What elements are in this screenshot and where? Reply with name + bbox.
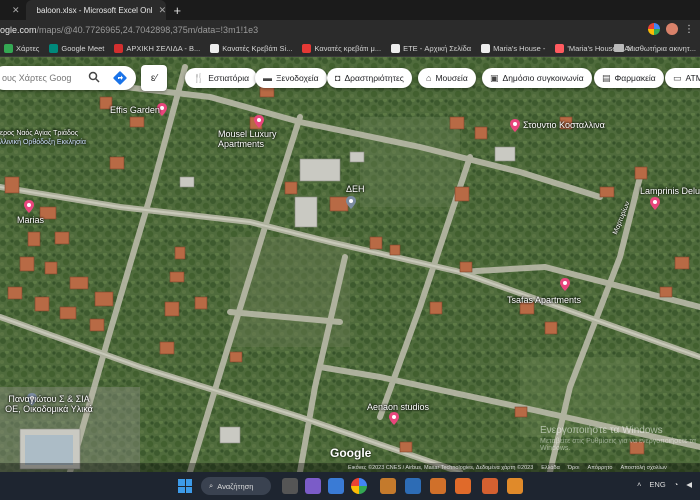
- chip-pharmacies[interactable]: ▤ Φαρμακεία: [594, 68, 664, 88]
- chevron-down-icon[interactable]: ▾: [163, 73, 167, 82]
- app-icon[interactable]: [482, 478, 498, 494]
- satellite-map[interactable]: Effis Garden Mousel Luxury Apartments Στ…: [0, 57, 700, 472]
- new-tab-button[interactable]: +: [174, 3, 182, 18]
- app-icon[interactable]: [380, 478, 396, 494]
- chip-museums[interactable]: ⌂ Μουσεία: [418, 68, 476, 88]
- place-pin-icon[interactable]: [346, 196, 356, 209]
- windows-taskbar: ⌕ Αναζήτηση ˄ ENG ◔ ◀: [0, 472, 700, 500]
- place-label[interactable]: Aenaon studios: [367, 402, 429, 412]
- place-label[interactable]: Lamprinis Delu: [640, 186, 700, 196]
- place-label[interactable]: Marias: [17, 215, 44, 225]
- file-explorer-icon[interactable]: [328, 478, 344, 494]
- place-pin-icon[interactable]: [254, 115, 264, 128]
- app-icon[interactable]: [430, 478, 446, 494]
- page-icon: [210, 43, 220, 53]
- task-view-icon[interactable]: [282, 478, 298, 494]
- place-label[interactable]: Παναγιώτου Σ & ΣΙΑ ΟΕ, Οικοδομικά Υλικά: [3, 394, 95, 414]
- profile-avatar[interactable]: [666, 23, 678, 35]
- place-pin-icon[interactable]: [560, 278, 570, 291]
- google-logo: Google: [330, 446, 372, 460]
- directions-icon[interactable]: [112, 70, 128, 86]
- search-input[interactable]: ους Χάρτες Goog: [2, 73, 71, 83]
- address-bar[interactable]: ogle.com/maps/@40.7726965,24.7042898,375…: [0, 20, 700, 40]
- chevron-up-icon[interactable]: ˄: [637, 480, 641, 489]
- menu-dots-icon[interactable]: ⋮: [684, 24, 694, 35]
- chip-atm[interactable]: ▭ ATM: [665, 68, 700, 88]
- camera-icon: ◘: [335, 73, 341, 83]
- bookmarks-bar: Χάρτες Google Meet ΑΡΧΙΚΗ ΣΕΛΙΔΑ - Β... …: [0, 40, 700, 57]
- bookmark-maps[interactable]: Χάρτες: [4, 43, 39, 53]
- place-label[interactable]: ΔΕΗ: [346, 184, 365, 194]
- place-label[interactable]: Effis Garden: [110, 105, 160, 115]
- bookmark-folder[interactable]: Μισθωτήρια ακινητ...: [614, 44, 696, 53]
- address-bar-actions: ⋮: [648, 23, 694, 35]
- map-attribution: Εικόνες ©2023 CNES / Airbus, Maxar Techn…: [0, 463, 700, 472]
- chip-transit[interactable]: ▣ Δημόσιο συγκοινωνία: [482, 68, 592, 88]
- chrome-icon[interactable]: [351, 478, 367, 494]
- url-text[interactable]: ogle.com/maps/@40.7726965,24.7042898,375…: [0, 25, 258, 35]
- folder-icon: [614, 44, 625, 52]
- pharmacy-icon: ▤: [602, 72, 611, 83]
- place-label[interactable]: Tsafas Apartments: [507, 295, 581, 305]
- place-pin-icon[interactable]: [650, 197, 660, 210]
- bookmark-kanates-2[interactable]: Κανατές κρεβάτι μ...: [302, 43, 381, 53]
- search-icon[interactable]: [88, 71, 100, 83]
- bed-icon: ▬: [263, 73, 272, 83]
- chip-hotels[interactable]: ▬ Ξενοδοχεία: [255, 68, 327, 88]
- footer-link[interactable]: Αποστολή σχολίων: [620, 465, 666, 471]
- place-sublabel: λλινική Ορθόδοξη Εκκλησία: [0, 139, 86, 146]
- airbnb-icon: [555, 43, 565, 53]
- page-icon: [481, 43, 491, 53]
- bookmark-home[interactable]: ΑΡΧΙΚΗ ΣΕΛΙΔΑ - Β...: [114, 43, 200, 53]
- tab-title: baloon.xlsx - Microsoft Excel Onl: [36, 5, 153, 15]
- tab-excel[interactable]: baloon.xlsx - Microsoft Excel Onl ✕: [25, 0, 166, 20]
- taskbar-search[interactable]: ⌕ Αναζήτηση: [201, 477, 271, 495]
- chat-icon[interactable]: [305, 478, 321, 494]
- system-tray: ˄ ENG ◔ ◀: [637, 480, 692, 489]
- chip-restaurants[interactable]: 🍴 Εστιατόρια: [185, 68, 258, 88]
- app-icon[interactable]: [455, 478, 471, 494]
- app-icon[interactable]: [507, 478, 523, 494]
- fork-knife-icon: 🍴: [193, 72, 205, 83]
- bookmark-marias-house[interactable]: Maria's House -: [481, 43, 545, 53]
- language-indicator[interactable]: ENG: [649, 480, 665, 489]
- windows-activation-title: Ενεργοποιήστε τα Windows: [540, 425, 663, 436]
- app-icon[interactable]: [405, 478, 421, 494]
- place-pin-icon[interactable]: [24, 200, 34, 213]
- tab-previous[interactable]: ✕: [0, 0, 26, 20]
- search-icon: ⌕: [209, 481, 214, 490]
- windows-activation-subtitle: Μεταβείτε στις Ρυθμίσεις για να ενεργοπο…: [540, 438, 697, 452]
- star-icon: [114, 43, 124, 53]
- place-label[interactable]: ερος Ναός Αγίας Τριάδος: [0, 130, 78, 137]
- footer-link[interactable]: Όροι: [568, 465, 580, 471]
- page-icon: [302, 43, 312, 53]
- tab-strip: ✕ baloon.xlsx - Microsoft Excel Onl ✕ +: [0, 0, 700, 20]
- footer-link[interactable]: Απόρρητο: [587, 465, 612, 471]
- close-tab-icon[interactable]: ✕: [12, 5, 20, 16]
- bookmark-kanates-1[interactable]: Κανατές Κρεβάτι Si...: [210, 43, 292, 53]
- maps-icon: [4, 43, 13, 53]
- place-label[interactable]: Στουντιο Κοσταλλινα: [523, 120, 605, 130]
- atm-icon: ▭: [673, 72, 682, 83]
- museum-icon: ⌂: [426, 73, 432, 83]
- place-label[interactable]: Mousel Luxury Apartments: [218, 129, 278, 149]
- layers-icon: ε⁄: [150, 72, 158, 84]
- transit-icon: ▣: [490, 72, 499, 83]
- footer-link[interactable]: Ελλάδα: [541, 465, 560, 471]
- windows-start-icon[interactable]: [178, 479, 192, 493]
- speaker-icon[interactable]: ◀: [686, 480, 692, 489]
- close-tab-icon[interactable]: ✕: [159, 5, 166, 16]
- bookmark-ete[interactable]: ETE - Αρχική Σελίδα: [391, 43, 471, 53]
- place-pin-icon[interactable]: [510, 119, 520, 132]
- page-icon: [391, 43, 401, 53]
- google-account-icon[interactable]: [648, 23, 660, 35]
- wifi-icon[interactable]: ◔: [674, 480, 679, 489]
- meet-icon: [49, 43, 59, 53]
- chip-activities[interactable]: ◘ Δραστηριότητες: [327, 68, 412, 88]
- maps-search-box[interactable]: ους Χάρτες Goog: [0, 66, 136, 90]
- screen: ✕ baloon.xlsx - Microsoft Excel Onl ✕ + …: [0, 0, 700, 500]
- place-pin-icon[interactable]: [389, 412, 399, 425]
- bookmark-meet[interactable]: Google Meet: [49, 43, 104, 53]
